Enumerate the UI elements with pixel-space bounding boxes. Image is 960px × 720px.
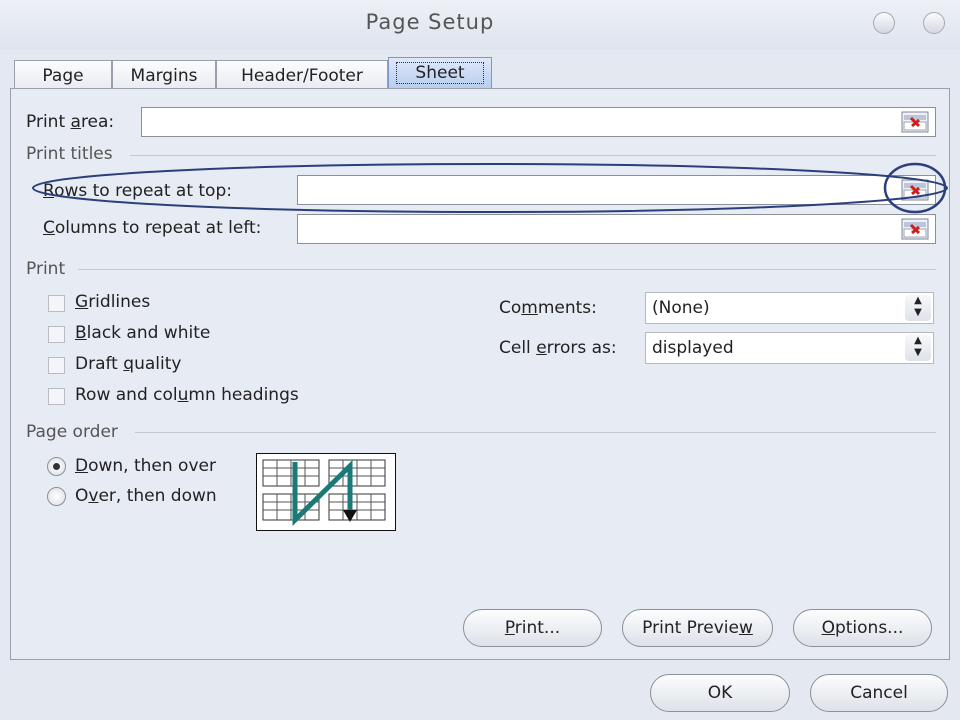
print-titles-separator — [130, 155, 936, 156]
print-area-input[interactable] — [141, 107, 936, 137]
columns-to-repeat-label: Columns to repeat at left: — [43, 218, 262, 238]
gridlines-label: Gridlines — [75, 292, 151, 312]
black-and-white-checkbox[interactable] — [48, 326, 65, 343]
over-then-down-radio[interactable] — [47, 487, 66, 506]
down-then-over-radio[interactable] — [47, 457, 66, 476]
title-bar: Page Setup — [0, 0, 960, 50]
tab-page[interactable]: Page — [14, 60, 112, 88]
comments-select[interactable]: (None) ▲ ▼ — [645, 292, 934, 324]
black-and-white-label: Black and white — [75, 323, 211, 343]
page-order-group-label: Page order — [26, 422, 118, 442]
minimize-button[interactable] — [873, 12, 895, 34]
print-area-label: Print area: — [26, 112, 115, 132]
print-separator — [78, 269, 936, 270]
over-then-down-label: Over, then down — [75, 486, 217, 506]
window-title: Page Setup — [365, 10, 495, 34]
draft-quality-checkbox[interactable] — [48, 357, 65, 374]
print-preview-button[interactable]: Print Preview — [622, 609, 773, 647]
cell-errors-select[interactable]: displayed ▲ ▼ — [645, 332, 934, 364]
cell-errors-value: displayed — [652, 338, 734, 358]
cell-errors-label: Cell errors as: — [499, 338, 617, 358]
print-titles-group-label: Print titles — [26, 144, 113, 164]
tab-header-footer[interactable]: Header/Footer — [216, 60, 388, 88]
gridlines-checkbox[interactable] — [48, 295, 65, 312]
options-button[interactable]: Options... — [793, 609, 932, 647]
page-order-preview — [256, 453, 396, 531]
collapse-dialog-icon[interactable] — [900, 109, 930, 135]
comments-label: Comments: — [499, 298, 597, 318]
sheet-panel — [10, 88, 950, 660]
down-then-over-label: Down, then over — [75, 456, 216, 476]
print-group-label: Print — [26, 259, 66, 279]
tab-sheet-label: Sheet — [396, 62, 484, 84]
draft-quality-label: Draft quality — [75, 354, 182, 374]
row-column-headings-checkbox[interactable] — [48, 388, 65, 405]
comments-value: (None) — [652, 298, 710, 318]
rows-to-repeat-label: Rows to repeat at top: — [43, 181, 232, 201]
columns-to-repeat-input[interactable] — [297, 214, 936, 244]
ok-button[interactable]: OK — [650, 674, 790, 712]
tab-sheet[interactable]: Sheet — [388, 57, 492, 88]
page-order-separator — [135, 432, 936, 433]
cancel-button[interactable]: Cancel — [810, 674, 948, 712]
collapse-dialog-icon[interactable] — [900, 216, 930, 242]
print-button[interactable]: Print... — [463, 609, 602, 647]
up-down-arrows-icon: ▲ ▼ — [905, 335, 931, 361]
rows-to-repeat-input[interactable] — [297, 175, 936, 205]
tab-margins[interactable]: Margins — [112, 60, 216, 88]
page-order-diagram-icon — [262, 459, 386, 526]
collapse-dialog-icon[interactable] — [900, 177, 930, 203]
zoom-button[interactable] — [923, 12, 945, 34]
up-down-arrows-icon: ▲ ▼ — [905, 295, 931, 321]
row-column-headings-label: Row and column headings — [75, 385, 299, 405]
